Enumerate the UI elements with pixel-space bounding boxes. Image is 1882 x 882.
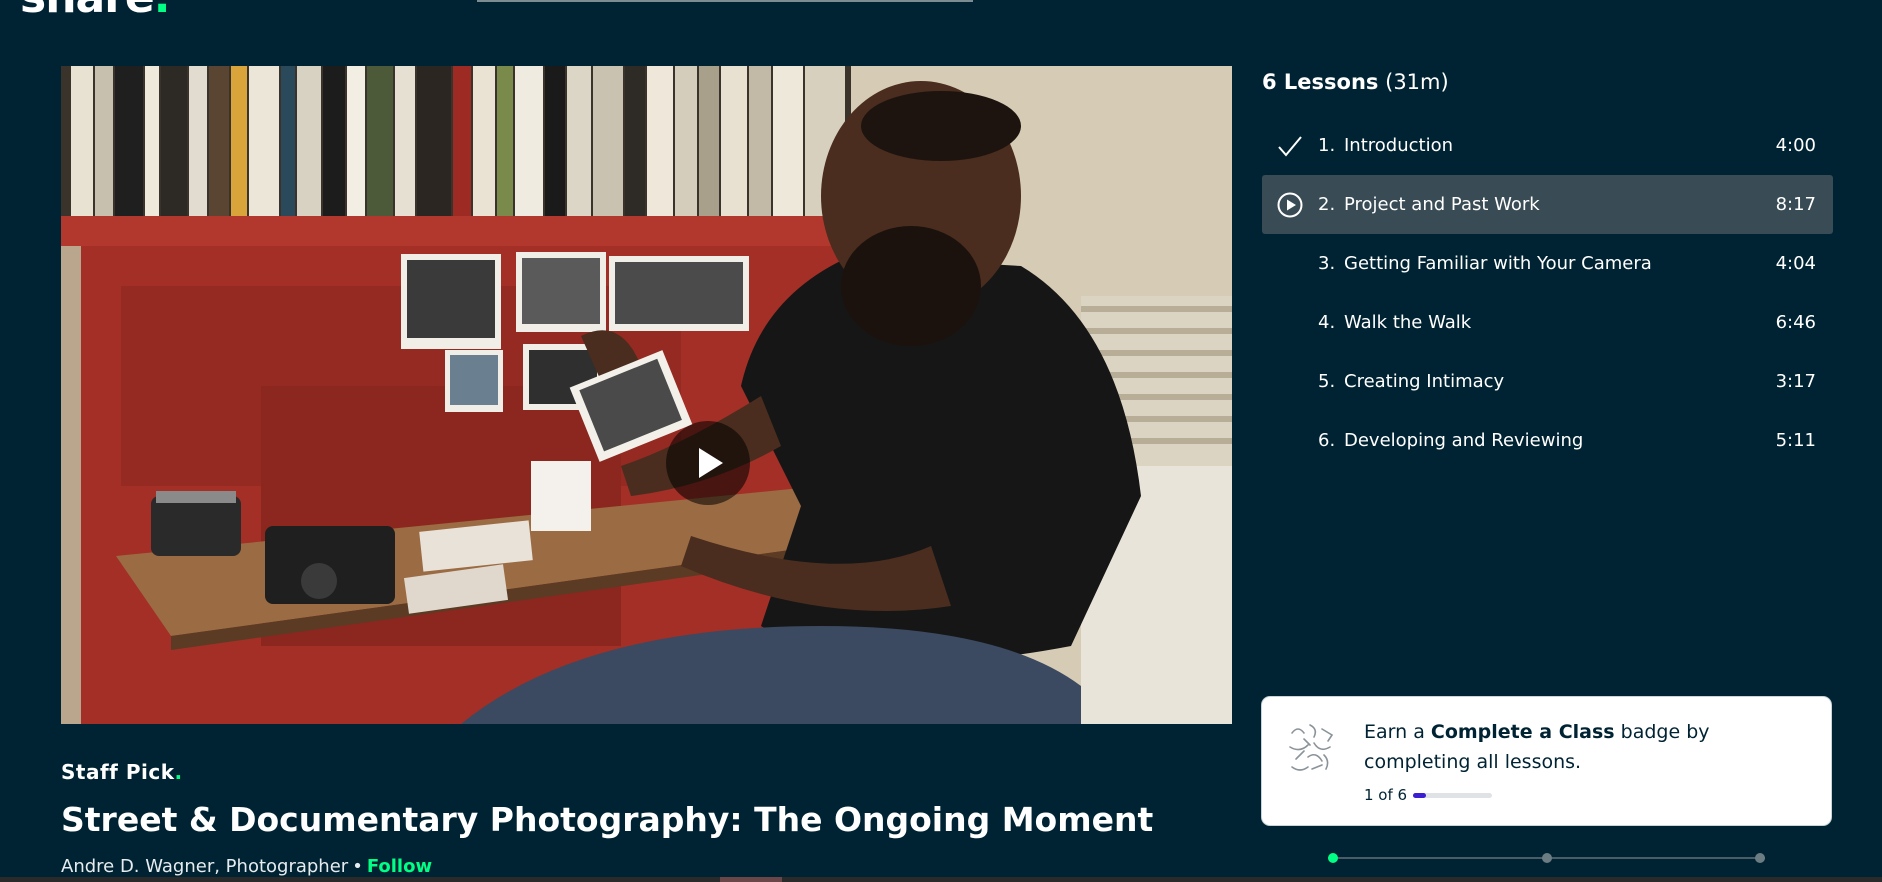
lesson-number: 2. [1318, 194, 1336, 215]
lesson-duration: 4:00 [1775, 135, 1816, 156]
lesson-duration: 6:46 [1775, 312, 1816, 333]
lesson-duration: 5:11 [1775, 430, 1816, 451]
lesson-duration: 4:04 [1775, 253, 1816, 274]
logo-text: share [20, 0, 155, 23]
carousel-dot[interactable] [1755, 853, 1765, 863]
carousel-dot[interactable] [1328, 853, 1338, 863]
lesson-number: 5. [1318, 371, 1336, 392]
badge-progress-label: 1 of 6 [1364, 786, 1408, 804]
badge-carousel [1328, 853, 1765, 863]
check-icon [1262, 135, 1318, 157]
brand-logo[interactable]: share. [20, 0, 171, 23]
follow-button[interactable]: Follow [367, 856, 432, 877]
lesson-number: 4. [1318, 312, 1336, 333]
horizontal-scrollbar[interactable] [0, 877, 1882, 882]
lesson-title: Walk the Walk [1344, 312, 1472, 333]
search-input-underline[interactable] [477, 0, 973, 2]
lessons-header: 6 Lessons (31m) [1262, 70, 1449, 94]
play-circle-icon [1262, 192, 1318, 218]
lesson-number: 3. [1318, 253, 1336, 274]
lesson-list: 1. Introduction 4:00 2. Project and Past… [1262, 116, 1833, 470]
lesson-title: Project and Past Work [1344, 194, 1540, 215]
video-player[interactable] [61, 66, 1232, 724]
teacher-line: Andre D. Wagner, Photographer • Follow [61, 856, 432, 877]
separator: • [352, 856, 363, 877]
lesson-duration: 3:17 [1775, 371, 1816, 392]
lesson-item[interactable]: 6. Developing and Reviewing 5:11 [1262, 411, 1833, 470]
teacher-name[interactable]: Andre D. Wagner, Photographer [61, 856, 348, 877]
lessons-count: 6 Lessons [1262, 70, 1379, 94]
badge-name: Complete a Class [1430, 721, 1615, 743]
badge-progress-fill [1413, 793, 1427, 798]
class-title: Street & Documentary Photography: The On… [61, 800, 1154, 839]
play-icon [699, 448, 723, 478]
scrollbar-thumb[interactable] [720, 877, 782, 882]
carousel-dot[interactable] [1542, 853, 1552, 863]
video-thumbnail [61, 66, 1232, 724]
lesson-title: Getting Familiar with Your Camera [1344, 253, 1652, 274]
staff-pick-dot: . [174, 760, 183, 784]
lesson-item-active[interactable]: 2. Project and Past Work 8:17 [1262, 175, 1833, 234]
staff-pick-label: Staff Pick. [61, 760, 183, 784]
lesson-item[interactable]: 5. Creating Intimacy 3:17 [1262, 352, 1833, 411]
lesson-title: Creating Intimacy [1344, 371, 1505, 392]
lesson-duration: 8:17 [1775, 194, 1816, 215]
lessons-duration: (31m) [1385, 70, 1449, 94]
badge-progress-bar [1413, 793, 1492, 798]
staff-pick-text: Staff Pick [61, 760, 175, 784]
lesson-item[interactable]: 3. Getting Familiar with Your Camera 4:0… [1262, 234, 1833, 293]
badge-icon [1284, 719, 1340, 783]
play-button[interactable] [666, 421, 750, 505]
lesson-title: Introduction [1344, 135, 1454, 156]
logo-dot: . [154, 0, 171, 23]
lesson-title: Developing and Reviewing [1344, 430, 1584, 451]
badge-card[interactable]: Earn a Complete a Class badge by complet… [1262, 697, 1831, 825]
lesson-number: 1. [1318, 135, 1336, 156]
lesson-item[interactable]: 4. Walk the Walk 6:46 [1262, 293, 1833, 352]
badge-description: Earn a Complete a Class badge by complet… [1364, 721, 1710, 773]
lesson-number: 6. [1318, 430, 1336, 451]
lesson-item[interactable]: 1. Introduction 4:00 [1262, 116, 1833, 175]
